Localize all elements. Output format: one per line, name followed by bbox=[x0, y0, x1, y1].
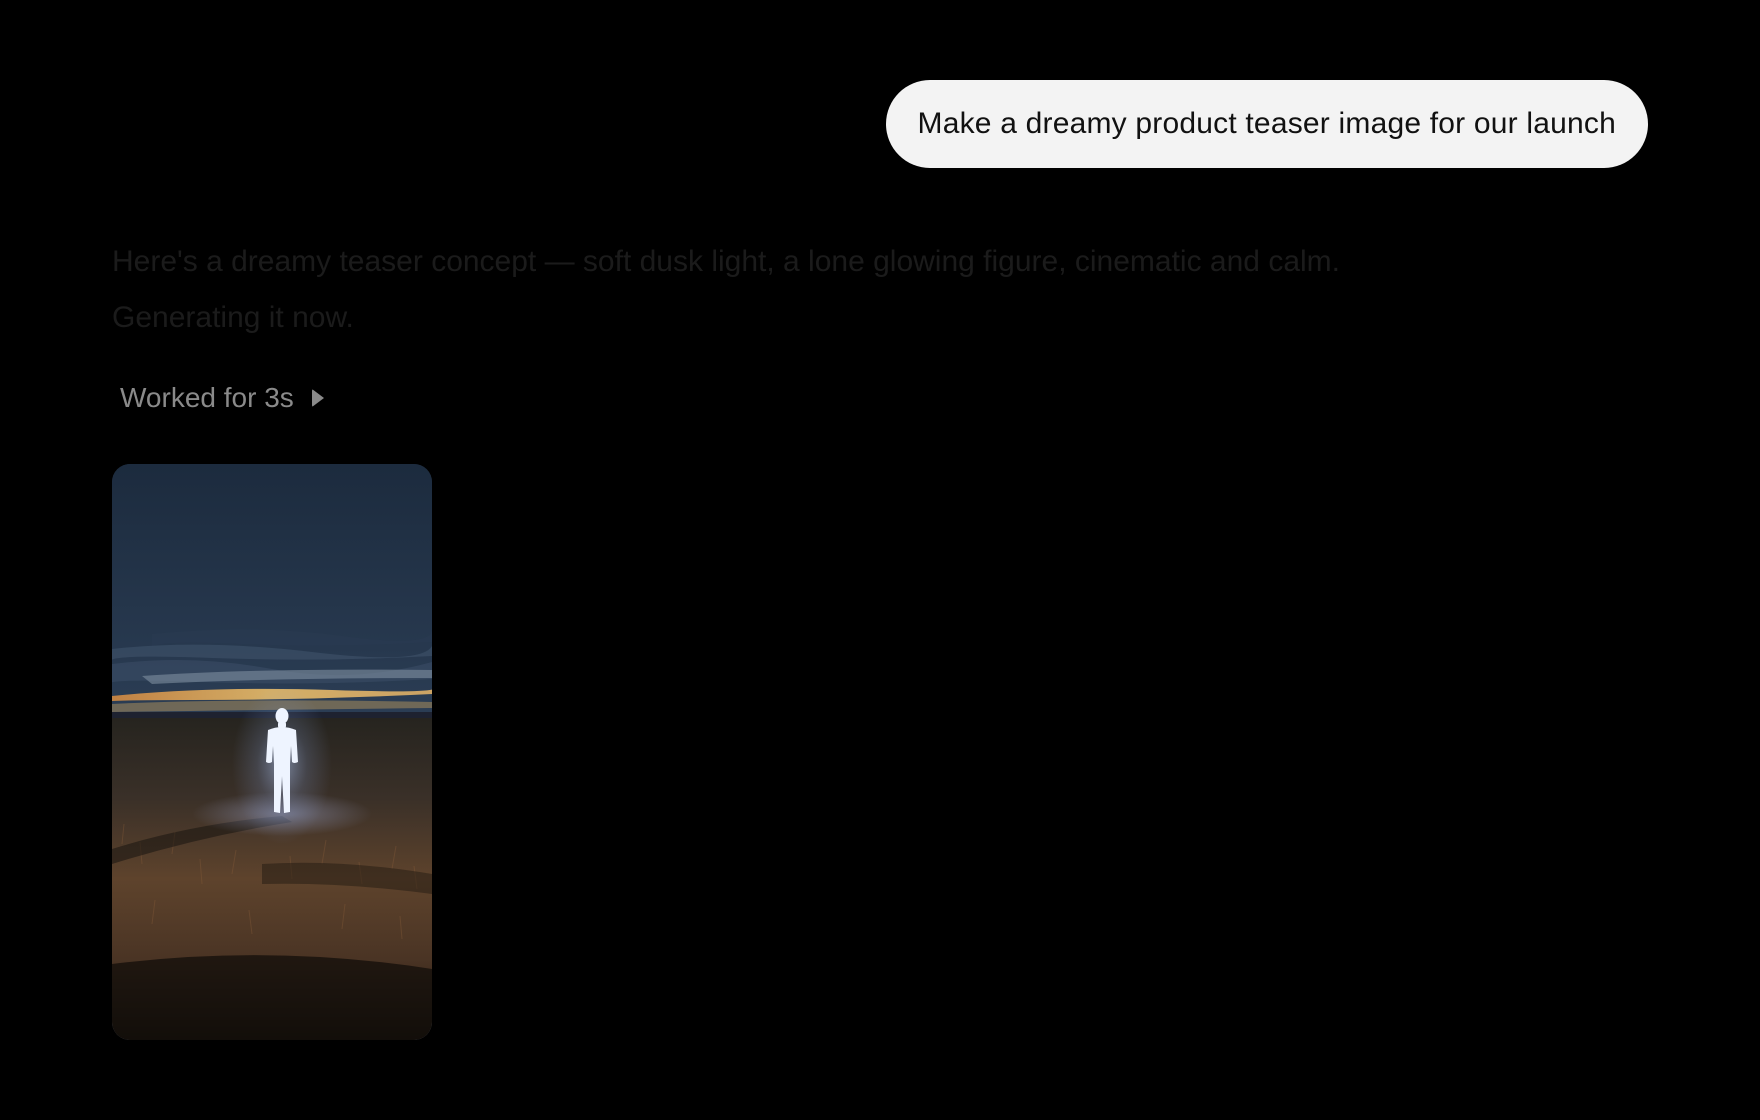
assistant-message-line: Generating it now. bbox=[112, 301, 354, 334]
worked-for-label: Worked for 3s bbox=[120, 382, 294, 413]
user-message-text: Make a dreamy product teaser image for o… bbox=[917, 107, 1616, 140]
generated-image-illustration bbox=[112, 464, 432, 1040]
worked-for-toggle[interactable]: Worked for 3s bbox=[120, 382, 324, 414]
play-triangle-icon bbox=[311, 389, 324, 407]
assistant-message-line: Here's a dreamy teaser concept — soft du… bbox=[112, 245, 1340, 278]
assistant-message: Here's a dreamy teaser concept — soft du… bbox=[112, 234, 1552, 346]
chat-page: Make a dreamy product teaser image for o… bbox=[0, 0, 1760, 1120]
generated-image[interactable] bbox=[112, 464, 432, 1040]
user-message-bubble: Make a dreamy product teaser image for o… bbox=[885, 80, 1648, 168]
